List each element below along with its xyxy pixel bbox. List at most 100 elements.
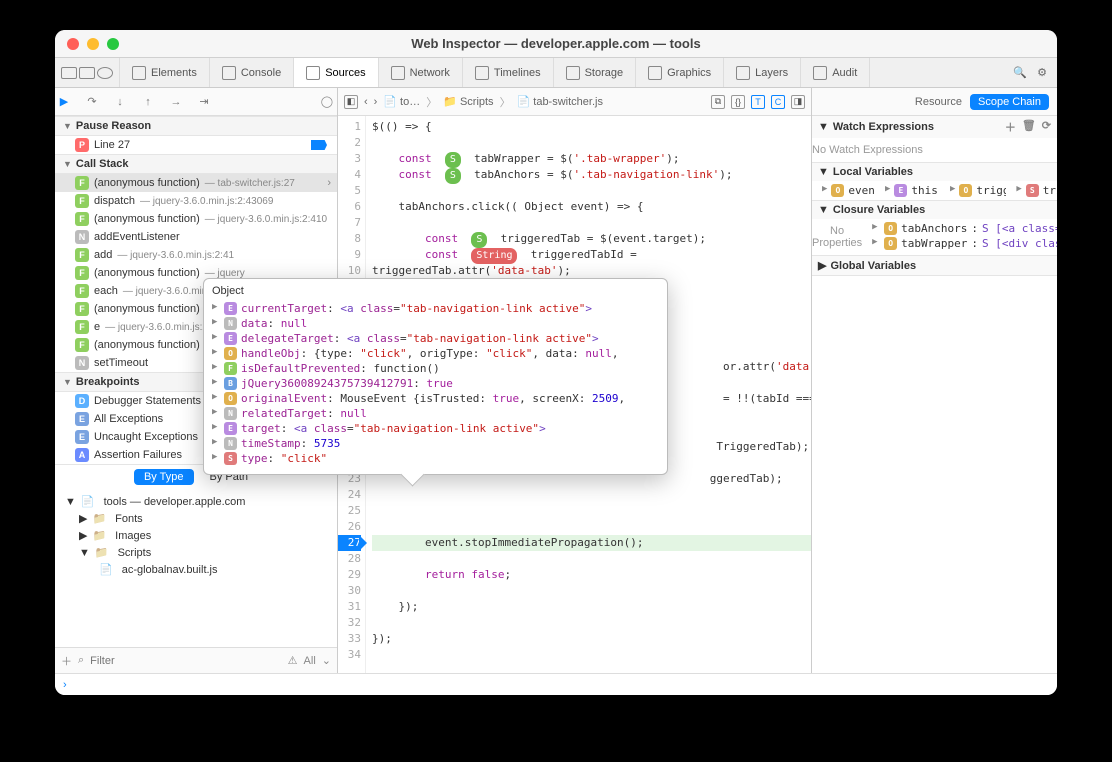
dock-controls[interactable] [55,58,120,87]
folder-icon [95,546,113,559]
tab-elements[interactable]: Elements [120,58,210,87]
dock-bottom-icon[interactable] [79,67,95,79]
tab-audit[interactable]: Audit [801,58,870,87]
object-property-row[interactable]: ▶Stype: "click" [204,451,667,466]
breakpoint-toggle-icon[interactable]: ◯ [321,95,333,108]
add-icon[interactable]: ＋ [61,653,72,669]
call-stack-frame[interactable]: Fdispatch — jquery-3.6.0.min.js:2:43069 [55,192,337,210]
braces-icon[interactable]: {} [731,95,745,109]
variable-row[interactable]: ▶OtabWrapper: S [<div class="tab-wr [862,236,1057,251]
breadcrumb[interactable]: 📁 Scripts [443,95,493,108]
variable-row[interactable]: ▶Oevent: {originalEvent: MouseEve [812,183,875,198]
chevron-icon[interactable]: ⌄ [322,654,331,667]
tree-folder[interactable]: ▶Images [55,527,337,544]
type-badge-icon: N [224,317,237,330]
type-badge-icon: E [224,422,237,435]
type-icon[interactable]: T [751,95,765,109]
toggle-left-icon[interactable]: ◧ [344,95,358,109]
source-header: ◧ ‹ › 📄 to…〉 📁 Scripts〉 📄 tab-switcher.j… [338,88,811,116]
object-property-row[interactable]: ▶BjQuery360089243757394127​91: true [204,376,667,391]
step-icon[interactable]: → [167,95,185,109]
frame-badge-icon: F [75,320,89,334]
scope-chain-tab[interactable]: Scope Chain [970,94,1049,110]
type-badge-icon: S [224,452,237,465]
dock-side-icon[interactable] [61,67,77,79]
tab-timelines[interactable]: Timelines [463,58,554,87]
add-watch-icon[interactable]: ＋ [1005,119,1016,135]
call-stack-frame[interactable]: F(anonymous function) — tab-switcher.js:… [55,174,337,192]
type-badge-icon: E [894,184,907,197]
type-badge-icon: O [224,392,237,405]
warning-icon[interactable]: ⚠ [288,654,298,667]
bp-badge-icon: A [75,448,89,462]
call-stack-frame[interactable]: F(anonymous function) — jquery-3.6.0.min… [55,210,337,228]
refresh-watch-icon[interactable]: ⟳ [1042,119,1051,135]
graphics-icon [648,66,662,80]
right-header: Resource Scope Chain [812,88,1057,116]
object-property-row[interactable]: ▶FisDefaultPrevented: function() [204,361,667,376]
breadcrumb[interactable]: 📄 to… [383,95,420,108]
tab-network[interactable]: Network [379,58,463,87]
network-icon [391,66,405,80]
call-stack-frame[interactable]: Fadd — jquery-3.6.0.min.js:2:41 [55,246,337,264]
object-property-row[interactable]: ▶NtimeStamp: 5735 [204,436,667,451]
object-property-row[interactable]: ▶EcurrentTarget: <a class="tab-navigatio… [204,301,667,316]
resume-icon[interactable]: ▶ [55,95,73,109]
breakpoint-flag-icon [311,140,327,150]
inspect-icon[interactable] [97,67,113,79]
breadcrumb[interactable]: 📄 tab-switcher.js [517,95,603,108]
tab-graphics[interactable]: Graphics [636,58,724,87]
step-next-icon[interactable]: ⇥ [195,95,213,109]
filter-input[interactable] [90,655,282,667]
type-badge-icon: S [1026,184,1039,197]
object-property-row[interactable]: ▶Ndata: null [204,316,667,331]
tab-console[interactable]: Console [210,58,294,87]
tab-bar: Elements Console Sources Network Timelin… [55,58,1057,88]
debugger-toolbar: ▶ ↷ ↓ ↑ → ⇥ ◯ [55,88,337,116]
tree-folder[interactable]: ▼Scripts [55,544,337,561]
copy-icon[interactable]: ⧉ [711,95,725,109]
by-type-button[interactable]: By Type [134,469,194,485]
frame-badge-icon: F [75,302,89,316]
type-badge-icon: E [224,302,237,315]
step-over-icon[interactable]: ↷ [83,95,101,109]
js-file-icon [99,563,117,576]
nav-back-icon[interactable]: ‹ [364,96,368,108]
object-property-row[interactable]: ▶OoriginalEvent: MouseEvent {isTrusted: … [204,391,667,406]
variable-row[interactable]: ▶OtabAnchors: S [<a class="tab-navi [862,221,1057,236]
tab-storage[interactable]: Storage [554,58,637,87]
tab-sources[interactable]: Sources [294,58,378,87]
object-property-row[interactable]: ▶OhandleObj: {type: "click", origType: "… [204,346,667,361]
object-property-row[interactable]: ▶NrelatedTarget: null [204,406,667,421]
pause-reason-header[interactable]: ▼Pause Reason [55,116,337,136]
pause-badge-icon: P [75,138,89,152]
type-badge-icon: N [224,407,237,420]
console-prompt[interactable]: › [55,673,1057,695]
tree-folder[interactable]: ▶Fonts [55,510,337,527]
tree-file[interactable]: ac-globalnav.built.js [55,561,337,578]
gear-icon[interactable]: ⚙ [1037,66,1047,79]
step-out-icon[interactable]: ↑ [139,95,157,109]
pause-reason-row[interactable]: PLine 27 [55,136,337,154]
variable-row[interactable]: ▶Ethis: <a class="tab-navigation-li [875,183,940,198]
nav-forward-icon[interactable]: › [374,96,378,108]
variable-row[interactable]: ▶OtriggeredTab: S [<a class="tab-nav [940,183,1006,198]
call-stack-header[interactable]: ▼Call Stack [55,154,337,174]
type-badge-icon: O [831,184,844,197]
filter-all-label[interactable]: All [304,655,316,667]
variable-row[interactable]: ▶StriggeredTabId: "five" [1006,183,1057,198]
tab-layers[interactable]: Layers [724,58,801,87]
object-property-row[interactable]: ▶EdelegateTarget: <a class="tab-navigati… [204,331,667,346]
tree-root[interactable]: ▼tools — developer.apple.com [55,493,337,510]
call-stack-frame[interactable]: NaddEventListener [55,228,337,246]
scope-panel: Resource Scope Chain ▼Watch Expressions＋… [812,88,1057,673]
coverage-icon[interactable]: C [771,95,785,109]
step-into-icon[interactable]: ↓ [111,95,129,109]
resource-tab[interactable]: Resource [915,96,962,108]
toggle-right-icon[interactable]: ◨ [791,95,805,109]
clear-watch-icon[interactable]: 🗑 [1022,119,1036,135]
bp-badge-icon: E [75,430,89,444]
global-vars-section: ▶Global Variables [812,256,1057,276]
object-property-row[interactable]: ▶Etarget: <a class="tab-navigation-link … [204,421,667,436]
search-icon[interactable]: 🔍 [1013,66,1027,79]
